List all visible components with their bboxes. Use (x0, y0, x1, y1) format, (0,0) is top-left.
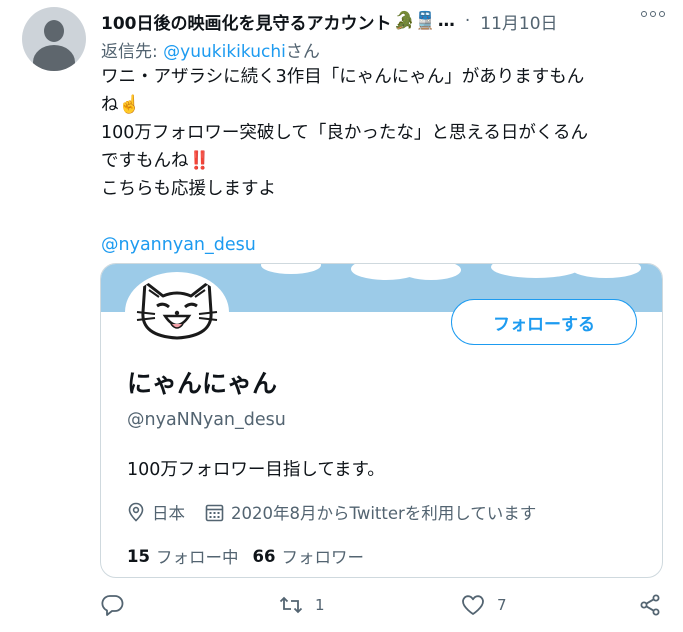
author-display-name[interactable]: 100日後の映画化を見守るアカウント (101, 9, 392, 34)
profile-card-bio: 100万フォロワー目指してます。 (127, 460, 385, 480)
reply-to-prefix: 返信先: (101, 42, 164, 62)
location-pin-icon (128, 502, 144, 522)
profile-card-meta: 日本 2020年8月からTwitterを利用しています (127, 500, 536, 524)
profile-card[interactable]: フォローする にゃんにゃん @nyaNNyan_desu 100万フォロワー目指… (100, 263, 663, 578)
profile-card-name: にゃんにゃん (127, 369, 278, 398)
tweet-text-line: ですもんね‼️ (101, 151, 211, 171)
more-options-icon[interactable] (641, 7, 665, 21)
reply-icon (101, 595, 124, 616)
retweet-count: 1 (315, 596, 325, 614)
name-truncation: … (437, 11, 455, 31)
retweet-icon (279, 596, 303, 614)
profile-location: 日本 (152, 504, 185, 523)
avatar-placeholder-head (44, 20, 64, 42)
cat-face-icon (136, 280, 218, 340)
avatar-placeholder-body (33, 45, 75, 71)
profile-card-handle: @nyaNNyan_desu (127, 410, 286, 430)
following-label[interactable]: フォロー中 (156, 544, 239, 568)
like-count: 7 (497, 596, 507, 614)
tweet-actions: 1 7 (0, 590, 683, 620)
follow-button[interactable]: フォローする (451, 299, 637, 345)
tweet-header: 100日後の映画化を見守るアカウント 🐊🚆 … · 11月10日 (101, 8, 676, 34)
like-button[interactable]: 7 (461, 594, 507, 616)
retweet-button[interactable]: 1 (279, 594, 325, 616)
followers-count: 66 (252, 546, 276, 566)
reply-button[interactable] (101, 594, 125, 616)
reply-to-suffix: さん (285, 42, 320, 62)
tweet-text-line: ね☝️ (101, 95, 141, 115)
heart-icon (462, 595, 484, 615)
profile-card-avatar[interactable] (125, 272, 229, 352)
author-avatar[interactable] (22, 7, 86, 71)
tweet-text-line: ワニ・アザラシに続く3作目「にゃんにゃん」がありますもん (101, 67, 585, 87)
tweet-text-line: こちらも応援しますよ (101, 179, 276, 199)
profile-joined-date: 2020年8月からTwitterを利用しています (231, 504, 537, 523)
reply-to: 返信先: @yuukikikuchiさん (101, 37, 320, 62)
reply-to-mention[interactable]: @yuukikikuchi (163, 42, 286, 62)
profile-card-stats: 15 フォロー中 66 フォロワー (127, 544, 364, 568)
followers-label[interactable]: フォロワー (281, 544, 364, 568)
tweet-text-line: 100万フォロワー突破して「良かったな」と思える日がくるん (101, 123, 589, 143)
separator-dot: · (464, 11, 471, 31)
calendar-icon (205, 504, 224, 521)
name-emoji: 🐊🚆 (393, 11, 436, 31)
following-count: 15 (127, 546, 150, 566)
tweet-text: ワニ・アザラシに続く3作目「にゃんにゃん」がありますもん ね☝️ 100万フォロ… (101, 63, 661, 259)
share-icon (640, 594, 660, 616)
tweet-mention-link[interactable]: @nyannyan_desu (101, 231, 661, 259)
share-button[interactable] (638, 594, 662, 616)
tweet-date[interactable]: 11月10日 (480, 9, 557, 34)
